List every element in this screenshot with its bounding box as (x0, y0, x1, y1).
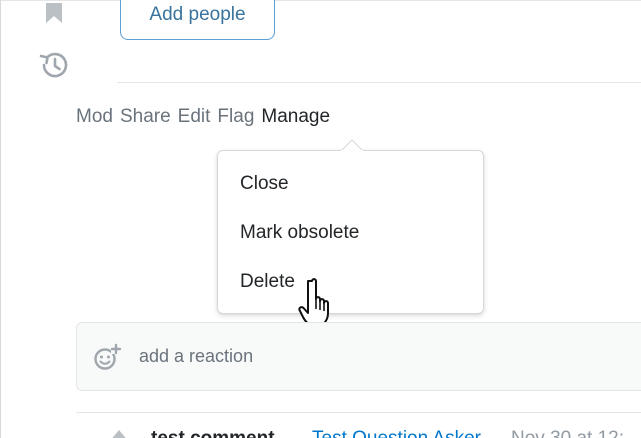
mod-link[interactable]: Mod (76, 104, 113, 130)
manage-link[interactable]: Manage (261, 104, 330, 130)
post-menu: Mod Share Edit Flag Manage (76, 104, 330, 130)
divider (76, 412, 641, 413)
divider (117, 82, 641, 83)
comment-upvote-icon[interactable] (107, 428, 131, 438)
comment-text: test comment (151, 427, 275, 438)
bookmark-icon[interactable] (42, 3, 66, 25)
add-reaction-label: add a reaction (139, 346, 254, 366)
mark-obsolete-menu-item[interactable]: Mark obsolete (240, 221, 359, 245)
add-people-button[interactable]: Add people (120, 0, 275, 40)
edit-link[interactable]: Edit (178, 104, 211, 130)
share-link[interactable]: Share (120, 104, 171, 130)
add-reaction-icon (94, 343, 122, 370)
history-icon[interactable] (38, 50, 72, 80)
close-menu-item[interactable]: Close (240, 172, 289, 196)
top-border (0, 0, 641, 1)
flag-link[interactable]: Flag (217, 104, 254, 130)
left-border (0, 0, 1, 438)
comment-author-link[interactable]: Test Question Asker (312, 427, 481, 438)
add-reaction-button[interactable]: add a reaction (76, 322, 641, 391)
manage-popover: Close Mark obsolete Delete (217, 150, 484, 314)
delete-menu-item[interactable]: Delete (240, 270, 295, 294)
popover-arrow (340, 139, 364, 152)
question-page: Add people Mod Share Edit Flag Manage Cl… (0, 0, 641, 438)
comment-date: Nov 30 at 12: (511, 427, 624, 438)
comment-separator: – (297, 427, 308, 438)
